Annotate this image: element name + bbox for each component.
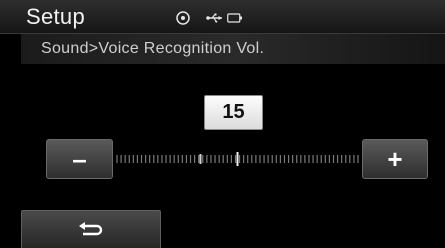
setup-screen: Setup Sound>Voice Recognition Vol. 15 – … — [0, 0, 445, 248]
usb-icon — [206, 13, 222, 23]
breadcrumb-bar: Sound>Voice Recognition Vol. — [21, 34, 445, 64]
volume-value-box: 15 — [204, 95, 263, 130]
volume-slider[interactable] — [113, 149, 362, 169]
volume-value: 15 — [222, 101, 245, 123]
title-bar: Setup — [0, 0, 445, 34]
minus-icon: – — [72, 144, 87, 174]
volume-down-button[interactable]: – — [46, 139, 113, 179]
page-title: Setup — [26, 4, 85, 29]
status-icons — [176, 10, 243, 26]
back-button[interactable] — [21, 210, 161, 248]
back-arrow-icon — [79, 221, 103, 235]
battery-icon — [227, 13, 242, 23]
bottom-bar — [161, 214, 445, 248]
disc-icon — [176, 11, 190, 25]
volume-slider-track — [116, 152, 359, 166]
plus-icon: + — [387, 144, 403, 174]
volume-up-button[interactable]: + — [362, 139, 428, 179]
breadcrumb: Sound>Voice Recognition Vol. — [41, 40, 265, 57]
